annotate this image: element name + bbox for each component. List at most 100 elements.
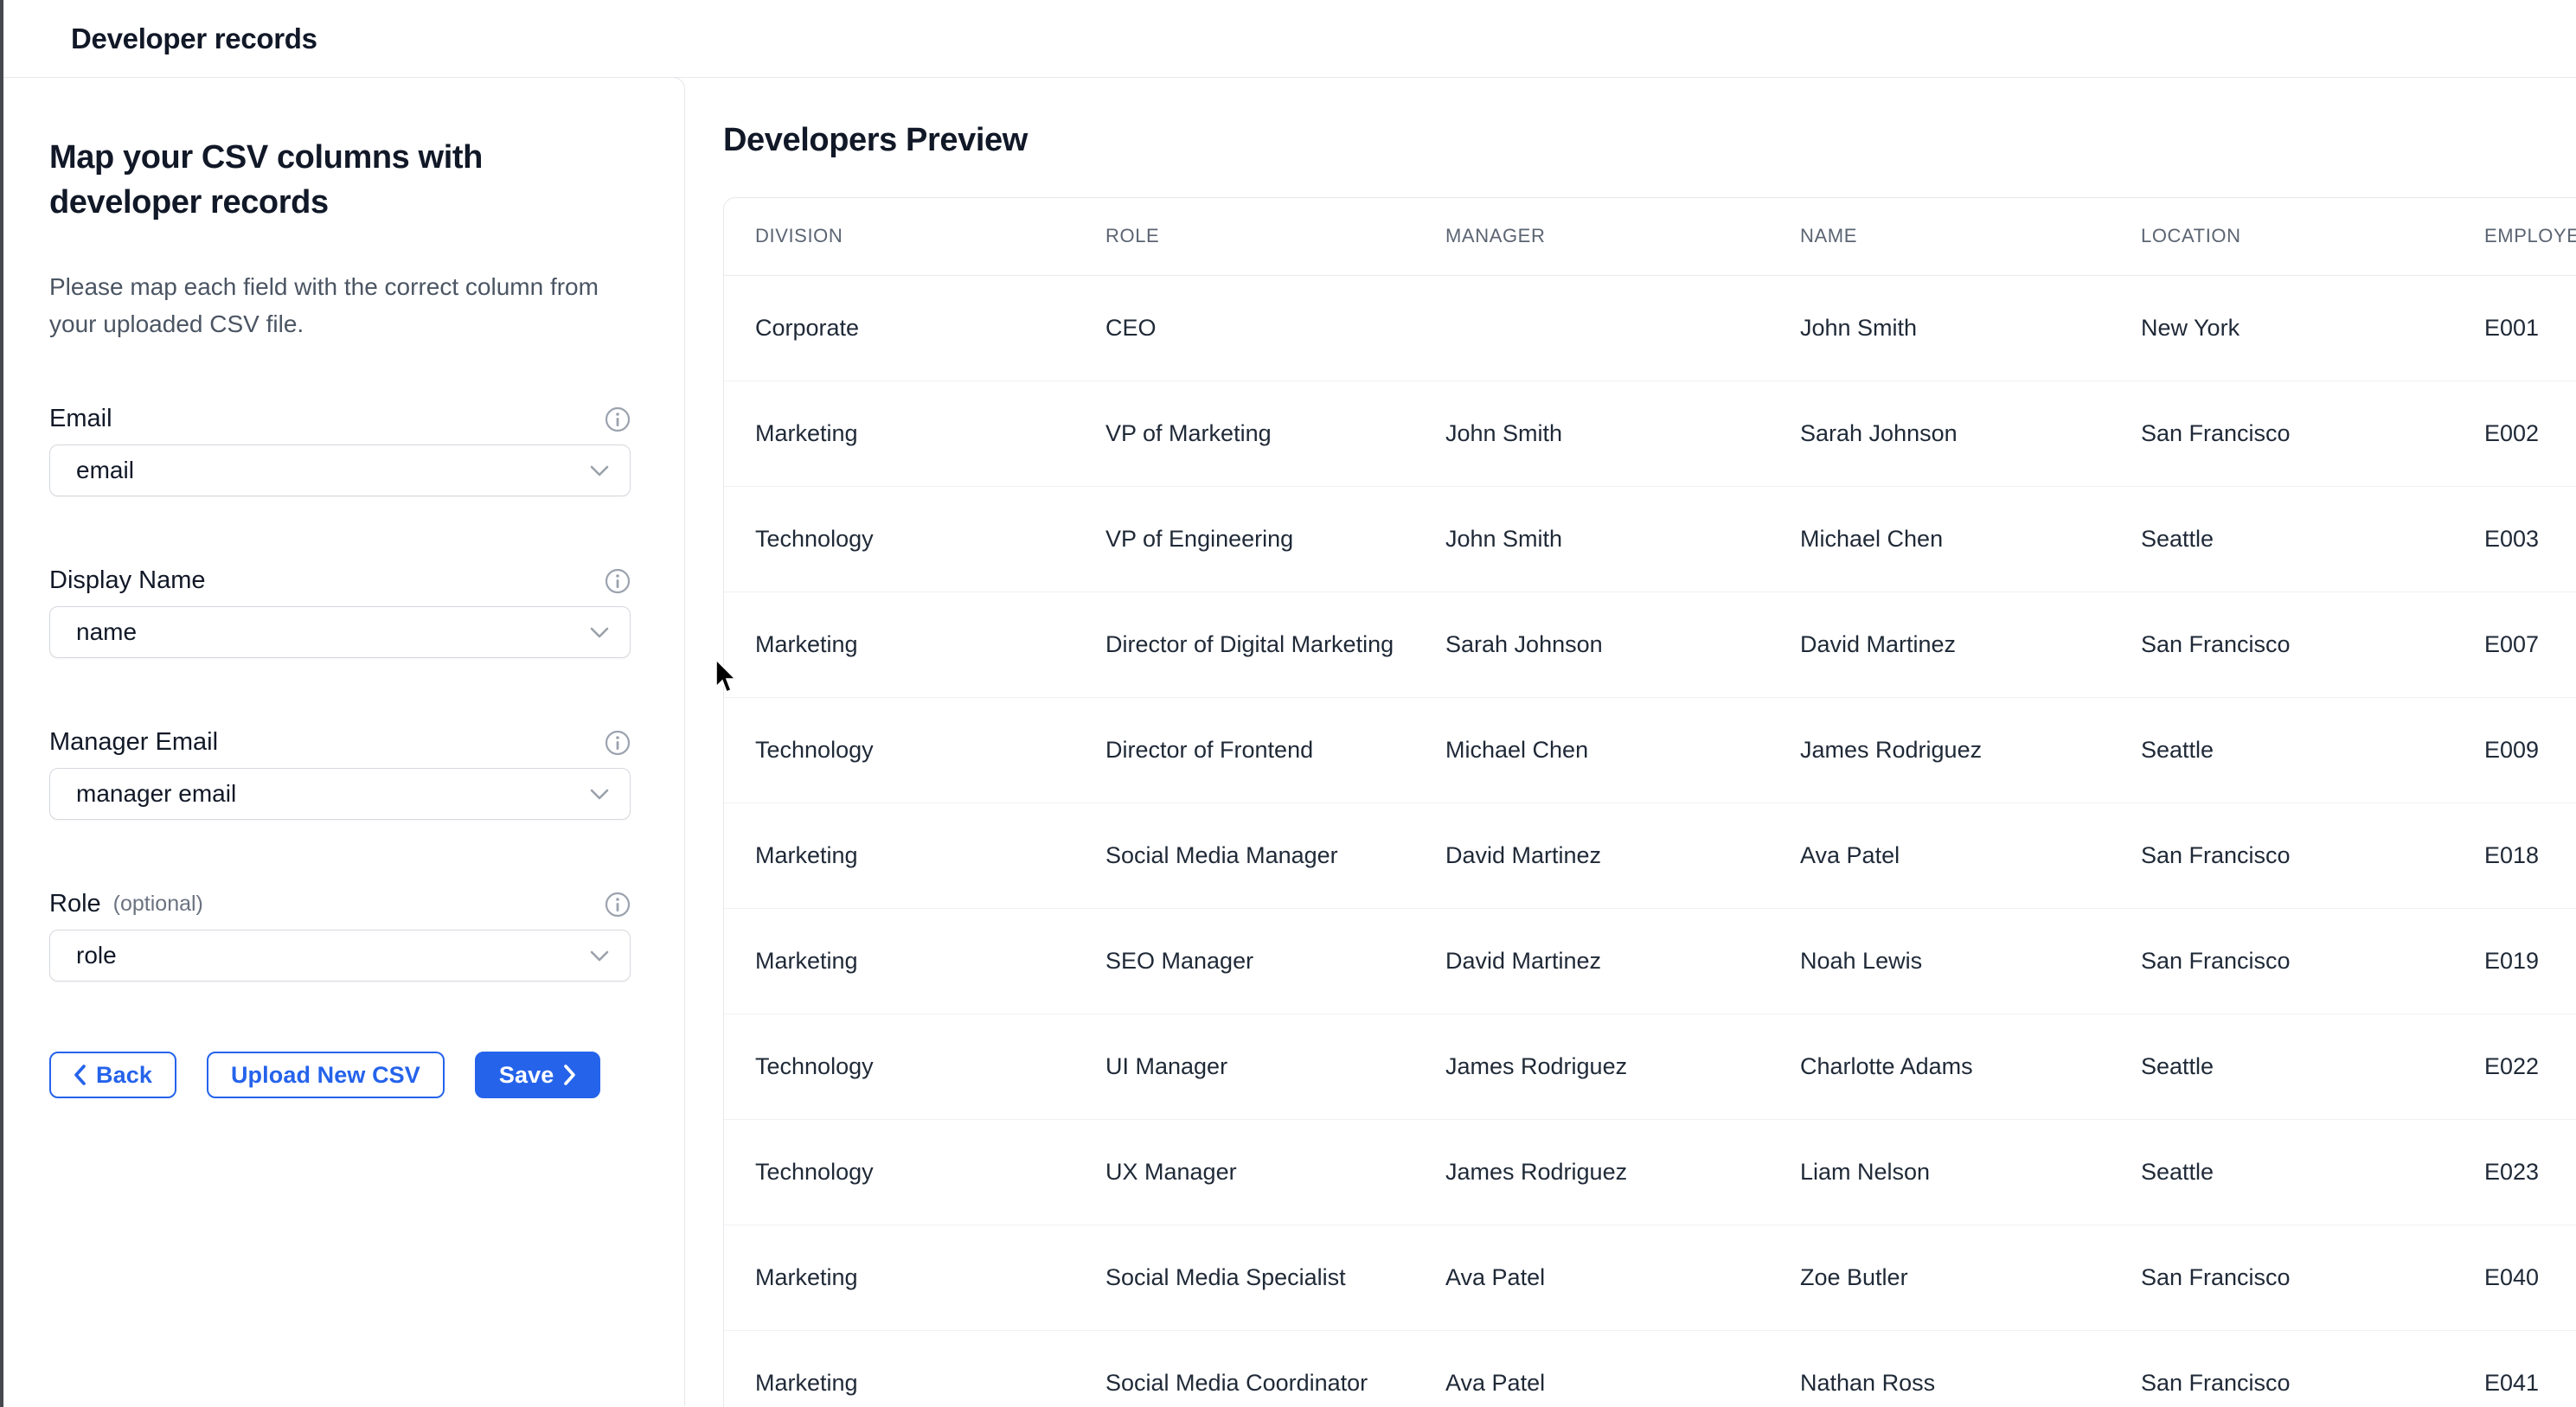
cell-location: Seattle [2110, 1014, 2453, 1119]
table-row: TechnologyUX ManagerJames RodriguezLiam … [724, 1119, 2576, 1225]
cell-location: San Francisco [2110, 1225, 2453, 1330]
cell-location: San Francisco [2110, 908, 2453, 1014]
display-name-field: Display Name name [49, 566, 631, 658]
table-header-row: DIVISIONROLEMANAGERNAMELOCATIONEMPLOYEE … [724, 198, 2576, 275]
cell-role: UI Manager [1074, 1014, 1414, 1119]
cell-location: San Francisco [2110, 1330, 2453, 1407]
display-name-select[interactable]: name [49, 606, 631, 658]
table-row: CorporateCEOJohn SmithNew YorkE001 [724, 275, 2576, 381]
cell-role: UX Manager [1074, 1119, 1414, 1225]
content: Map your CSV columns with developer reco… [0, 78, 2576, 1406]
table-row: MarketingSEO ManagerDavid MartinezNoah L… [724, 908, 2576, 1014]
cell-manager: John Smith [1414, 381, 1769, 486]
mapping-fields: Email email Display Name name [49, 405, 684, 982]
role-field: Role (optional) role [49, 890, 631, 982]
table-row: MarketingVP of MarketingJohn SmithSarah … [724, 381, 2576, 486]
email-select[interactable]: email [49, 444, 631, 496]
info-icon[interactable] [605, 730, 631, 756]
role-optional-tag: (optional) [113, 892, 203, 917]
cell-name: James Rodriguez [1769, 697, 2110, 803]
cell-role: Social Media Specialist [1074, 1225, 1414, 1330]
back-button[interactable]: Back [49, 1052, 176, 1098]
manager-email-field: Manager Email manager email [49, 728, 631, 820]
cell-location: Seattle [2110, 1119, 2453, 1225]
cell-employee-id: E018 [2453, 803, 2576, 908]
cell-manager: John Smith [1414, 486, 1769, 592]
cell-location: San Francisco [2110, 381, 2453, 486]
upload-new-csv-button[interactable]: Upload New CSV [207, 1052, 445, 1098]
table-row: MarketingSocial Media ManagerDavid Marti… [724, 803, 2576, 908]
column-header-location: LOCATION [2110, 198, 2453, 275]
chevron-left-icon [74, 1065, 86, 1085]
table-row: MarketingSocial Media CoordinatorAva Pat… [724, 1330, 2576, 1407]
cell-name: Zoe Butler [1769, 1225, 2110, 1330]
role-select[interactable]: role [49, 930, 631, 982]
cell-manager: Michael Chen [1414, 697, 1769, 803]
cell-employee-id: E009 [2453, 697, 2576, 803]
role-label: Role [49, 890, 101, 918]
cell-role: VP of Marketing [1074, 381, 1414, 486]
cell-name: Ava Patel [1769, 803, 2110, 908]
save-button[interactable]: Save [475, 1052, 600, 1098]
cell-name: David Martinez [1769, 592, 2110, 697]
cell-name: Nathan Ross [1769, 1330, 2110, 1407]
cell-name: Noah Lewis [1769, 908, 2110, 1014]
cell-manager: Sarah Johnson [1414, 592, 1769, 697]
cell-name: Michael Chen [1769, 486, 2110, 592]
cell-division: Marketing [724, 381, 1074, 486]
display-name-select-value: name [76, 618, 137, 646]
cell-location: San Francisco [2110, 803, 2453, 908]
cell-employee-id: E003 [2453, 486, 2576, 592]
cell-employee-id: E007 [2453, 592, 2576, 697]
save-button-label: Save [499, 1062, 554, 1089]
email-select-value: email [76, 457, 134, 484]
cell-location: San Francisco [2110, 592, 2453, 697]
manager-email-select[interactable]: manager email [49, 768, 631, 820]
cell-name: Sarah Johnson [1769, 381, 2110, 486]
column-header-employee-id: EMPLOYEE ID [2453, 198, 2576, 275]
cell-employee-id: E019 [2453, 908, 2576, 1014]
cell-division: Technology [724, 697, 1074, 803]
cell-division: Marketing [724, 803, 1074, 908]
table-row: TechnologyDirector of FrontendMichael Ch… [724, 697, 2576, 803]
cell-division: Technology [724, 486, 1074, 592]
info-icon[interactable] [605, 568, 631, 594]
table-row: MarketingDirector of Digital MarketingSa… [724, 592, 2576, 697]
csv-mapping-panel: Map your CSV columns with developer reco… [0, 77, 685, 1406]
panel-description: Please map each field with the correct c… [49, 268, 616, 342]
cell-role: Director of Frontend [1074, 697, 1414, 803]
cell-manager: James Rodriguez [1414, 1014, 1769, 1119]
info-icon[interactable] [605, 892, 631, 918]
cell-role: Social Media Coordinator [1074, 1330, 1414, 1407]
chevron-right-icon [564, 1065, 576, 1085]
chevron-down-icon [590, 789, 609, 800]
preview-title: Developers Preview [723, 122, 2576, 159]
cell-location: New York [2110, 275, 2453, 381]
cell-manager: David Martinez [1414, 908, 1769, 1014]
cell-manager: Ava Patel [1414, 1330, 1769, 1407]
panel-heading: Map your CSV columns with developer reco… [49, 135, 577, 225]
cell-role: Director of Digital Marketing [1074, 592, 1414, 697]
email-field: Email email [49, 405, 631, 496]
cell-division: Marketing [724, 1225, 1074, 1330]
column-header-name: NAME [1769, 198, 2110, 275]
table-row: TechnologyUI ManagerJames RodriguezCharl… [724, 1014, 2576, 1119]
cell-role: Social Media Manager [1074, 803, 1414, 908]
cell-division: Marketing [724, 592, 1074, 697]
role-select-value: role [76, 942, 117, 969]
cell-manager [1414, 275, 1769, 381]
cell-name: John Smith [1769, 275, 2110, 381]
cell-location: Seattle [2110, 697, 2453, 803]
info-icon[interactable] [605, 406, 631, 432]
display-name-label: Display Name [49, 566, 206, 595]
chevron-down-icon [590, 627, 609, 638]
cell-location: Seattle [2110, 486, 2453, 592]
cell-name: Liam Nelson [1769, 1119, 2110, 1225]
cell-employee-id: E023 [2453, 1119, 2576, 1225]
developers-preview-section: Developers Preview DIVISIONROLEMANAGERNA… [685, 78, 2576, 1406]
page-title: Developer records [71, 22, 317, 55]
chevron-down-icon [590, 950, 609, 962]
cell-role: CEO [1074, 275, 1414, 381]
developers-table: DIVISIONROLEMANAGERNAMELOCATIONEMPLOYEE … [724, 198, 2576, 1407]
table-row: TechnologyVP of EngineeringJohn SmithMic… [724, 486, 2576, 592]
